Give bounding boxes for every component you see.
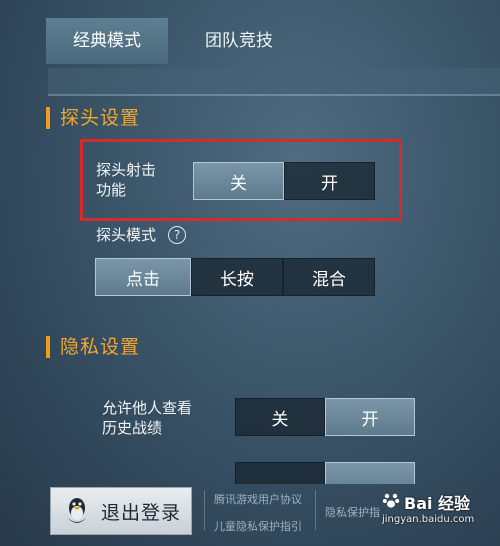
allow-history-label: 允许他人查看 历史战绩 xyxy=(102,398,222,438)
baidu-watermark: Bai 经验 jingyan.baidu.com xyxy=(382,490,497,542)
peek-mode-row-label: 探头模式 ? xyxy=(96,224,187,246)
allow-history-on-option[interactable]: 开 xyxy=(325,398,415,436)
logout-button[interactable]: 退出登录 xyxy=(50,487,192,535)
settings-panel-top xyxy=(48,68,500,94)
partial-off-option[interactable] xyxy=(235,462,325,484)
mode-tab-bar: 经典模式 团队竞技 xyxy=(46,18,500,66)
section-accent-bar xyxy=(46,336,50,358)
penguin-icon xyxy=(63,496,91,526)
allow-history-label-line1: 允许他人查看 xyxy=(102,399,193,417)
logout-label: 退出登录 xyxy=(101,501,182,524)
watermark-url: jingyan.baidu.com xyxy=(382,514,475,525)
child-privacy-link[interactable]: 儿童隐私保护指引 xyxy=(214,520,302,534)
privacy-settings-title: 隐私设置 xyxy=(60,336,141,358)
footer-divider xyxy=(315,490,316,530)
privacy-guide-link[interactable]: 隐私保护指 xyxy=(325,506,380,520)
peek-mode-selector: 点击 长按 混合 xyxy=(95,258,375,296)
peek-settings-header: 探头设置 xyxy=(46,104,246,132)
tab-team-deathmatch[interactable]: 团队竞技 xyxy=(184,18,294,64)
allow-history-label-line2: 历史战绩 xyxy=(102,419,163,437)
peek-settings-title: 探头设置 xyxy=(60,107,141,129)
user-agreement-link[interactable]: 腾讯游戏用户协议 xyxy=(214,493,302,507)
highlight-annotation-box xyxy=(80,139,402,221)
peek-mode-label: 探头模式 xyxy=(96,226,157,244)
paw-icon xyxy=(382,491,400,513)
allow-history-off-option[interactable]: 关 xyxy=(235,398,325,436)
help-icon[interactable]: ? xyxy=(168,226,187,244)
allow-history-toggle: 关 开 xyxy=(235,398,415,436)
tab-classic-mode[interactable]: 经典模式 xyxy=(46,18,168,64)
next-setting-toggle-partial xyxy=(235,462,415,484)
peek-mode-tap-option[interactable]: 点击 xyxy=(95,258,191,296)
watermark-brand: Bai 经验 xyxy=(404,494,471,513)
partial-on-option[interactable] xyxy=(325,462,415,484)
peek-mode-mixed-option[interactable]: 混合 xyxy=(283,258,375,296)
peek-mode-hold-option[interactable]: 长按 xyxy=(191,258,283,296)
privacy-settings-header: 隐私设置 xyxy=(46,333,246,361)
section-accent-bar xyxy=(46,107,50,129)
panel-divider xyxy=(48,94,500,96)
footer-divider xyxy=(204,490,205,530)
